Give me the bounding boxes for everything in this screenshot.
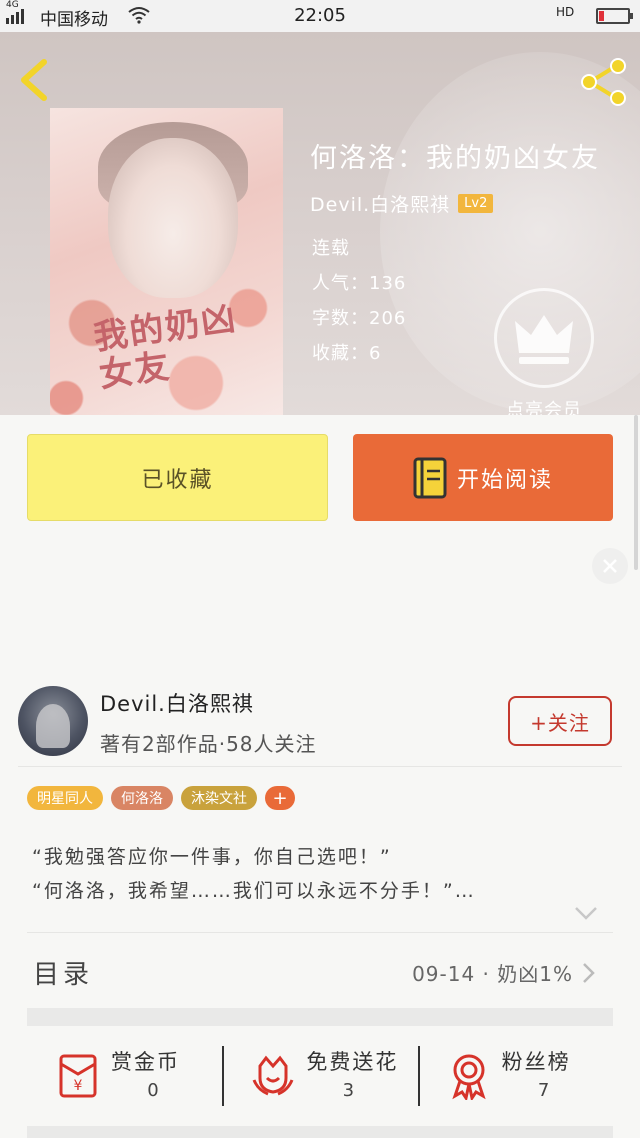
- toc-label: 目录: [33, 960, 94, 990]
- tag-muran-club[interactable]: 沐染文社: [181, 786, 257, 810]
- send-flower-button[interactable]: 免费送花 3: [222, 1026, 417, 1126]
- book-cover[interactable]: 我的奶凶女友: [50, 108, 283, 415]
- author-meta: 著有2部作品·58人关注: [100, 732, 317, 756]
- reward-bar: ¥ 赏金币 0 免费送花 3 粉丝榜 7: [27, 1026, 613, 1126]
- popularity-stat: 人气：136: [312, 273, 407, 294]
- clock: 22:05: [294, 5, 346, 26]
- intro-line: “何洛洛，我希望……我们可以永远不分手！”…: [32, 880, 476, 902]
- section-gap: [27, 1008, 613, 1026]
- scrollbar[interactable]: [634, 415, 638, 570]
- divider: [18, 766, 622, 767]
- vip-crown-button[interactable]: [494, 288, 594, 388]
- battery-icon: [596, 8, 633, 24]
- book-intro: “我勉强答应你一件事，你自己选吧！” “何洛洛，我希望……我们可以永远不分手！”…: [32, 840, 476, 908]
- tag-star-fanfic[interactable]: 明星同人: [27, 786, 103, 810]
- latest-chapter: 09-14 · 奶凶1%: [412, 962, 573, 986]
- hd-call-icon: HD: [556, 5, 575, 19]
- start-reading-label: 开始阅读: [456, 467, 553, 493]
- tag-list: 明星同人 何洛洛 沐染文社 +: [27, 786, 295, 810]
- reward-label: 免费送花: [306, 1050, 399, 1074]
- level-badge: Lv2: [458, 194, 494, 213]
- start-reading-button[interactable]: 开始阅读: [353, 434, 613, 521]
- collected-button[interactable]: 已收藏: [27, 434, 328, 521]
- reward-coins-button[interactable]: ¥ 赏金币 0: [27, 1026, 222, 1126]
- follow-button[interactable]: +关注: [508, 696, 612, 746]
- word-count-stat: 字数：206: [312, 308, 407, 329]
- serial-status: 连载: [312, 238, 350, 259]
- tag-he-luoluo[interactable]: 何洛洛: [111, 786, 173, 810]
- book-icon: [413, 457, 447, 498]
- intro-line: “我勉强答应你一件事，你自己选吧！”: [32, 846, 392, 868]
- flower-icon: [252, 1055, 294, 1096]
- crown-icon: [515, 315, 573, 364]
- vip-label: 点亮会员: [506, 400, 582, 415]
- red-envelope-icon: ¥: [59, 1054, 97, 1098]
- reward-count: 0: [147, 1080, 159, 1101]
- reward-count: 3: [342, 1080, 355, 1101]
- fan-rank-button[interactable]: 粉丝榜 7: [417, 1026, 613, 1126]
- divider: [27, 932, 613, 933]
- back-arrow-icon[interactable]: [14, 56, 54, 104]
- author-avatar[interactable]: [18, 686, 88, 756]
- book-author[interactable]: Devil.白洛熙祺: [310, 190, 450, 217]
- section-gap: [27, 1126, 613, 1138]
- book-title: 何洛洛：我的奶凶女友: [310, 143, 600, 174]
- close-icon: [603, 559, 617, 573]
- reward-label: 粉丝榜: [501, 1050, 571, 1074]
- author-name[interactable]: Devil.白洛熙祺: [100, 688, 254, 718]
- close-ad-button[interactable]: [592, 548, 628, 584]
- table-of-contents-row[interactable]: 目录 09-14 · 奶凶1%: [27, 940, 613, 1002]
- add-tag-button[interactable]: +: [265, 786, 295, 810]
- reward-label: 赏金币: [111, 1050, 180, 1074]
- svg-text:¥: ¥: [74, 1078, 83, 1094]
- status-bar: 4G 中国移动 22:05 HD: [0, 0, 640, 32]
- author-row: Devil.白洛熙祺 Lv2: [310, 190, 494, 217]
- favorites-stat: 收藏：6: [312, 343, 382, 364]
- share-icon[interactable]: [578, 56, 630, 108]
- rosette-icon: [451, 1054, 486, 1100]
- book-header: 我的奶凶女友 何洛洛：我的奶凶女友 Devil.白洛熙祺 Lv2 连载 人气：1…: [0, 32, 640, 415]
- chevron-down-icon[interactable]: [574, 905, 598, 921]
- chevron-right-icon: [583, 963, 595, 983]
- reward-count: 7: [537, 1080, 550, 1101]
